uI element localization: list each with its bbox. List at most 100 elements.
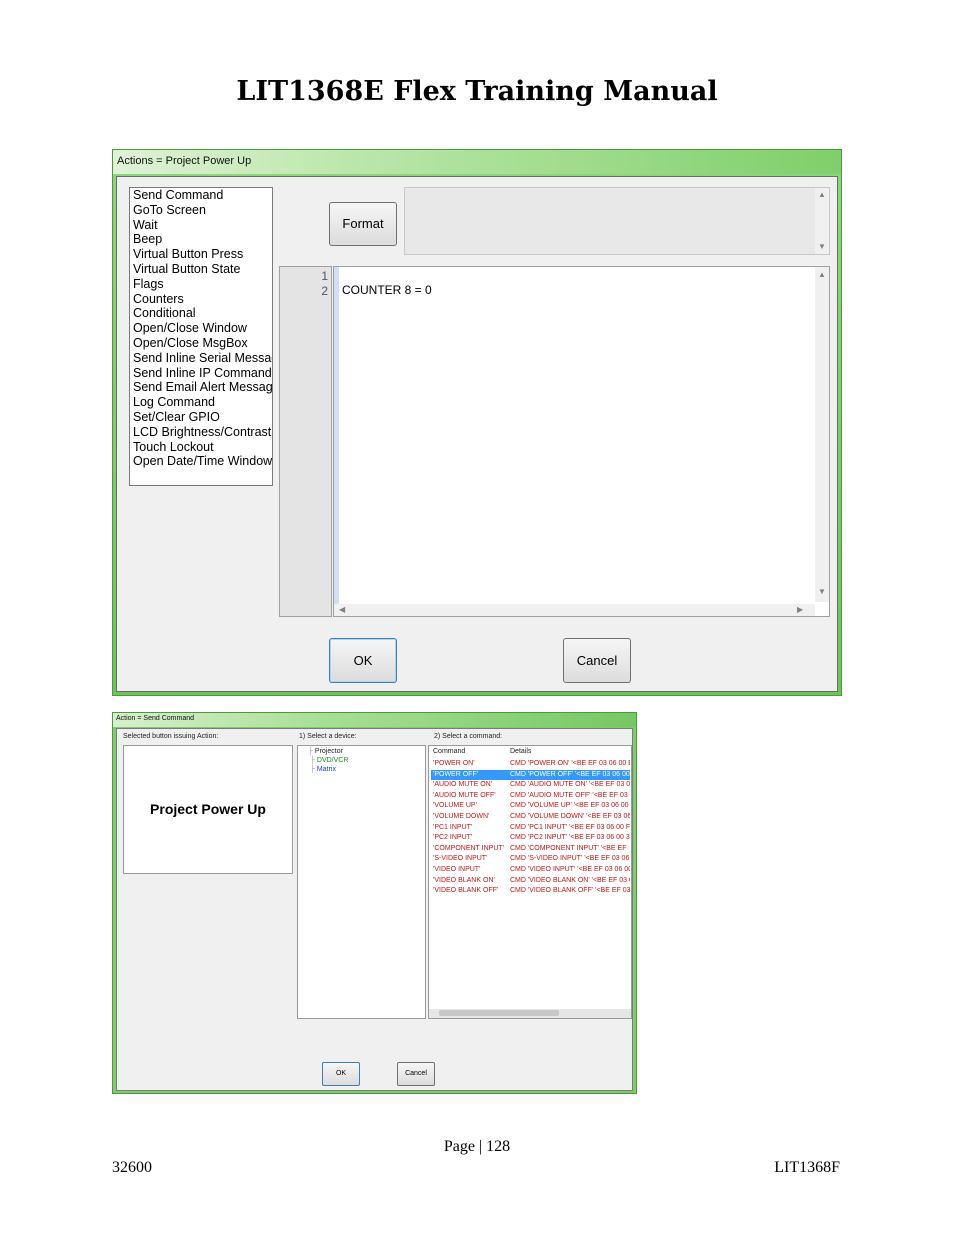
- footer-right-code: LIT1368F: [774, 1159, 840, 1176]
- column-header-details[interactable]: Details: [510, 748, 531, 755]
- scroll-up-arrow-icon[interactable]: ▲: [818, 270, 826, 279]
- command-name: 'VIDEO INPUT': [433, 866, 481, 873]
- command-row[interactable]: 'PC1 INPUT' CMD 'PC1 INPUT' '<BE EF 03 06…: [431, 823, 630, 834]
- line-number-gutter: 1 2: [279, 266, 332, 617]
- scroll-left-arrow-icon[interactable]: ◀: [339, 605, 345, 614]
- selected-button-panel: Project Power Up: [123, 745, 293, 874]
- action-list-item[interactable]: Counters: [130, 292, 272, 307]
- command-row[interactable]: 'VIDEO BLANK OFF' CMD 'VIDEO BLANK OFF' '…: [431, 886, 630, 897]
- command-details: CMD 'VOLUME UP' '<BE EF 03 06 00 I: [510, 802, 630, 810]
- command-name: 'COMPONENT INPUT': [433, 844, 504, 852]
- command-name: 'POWER OFF': [433, 770, 479, 778]
- command-row[interactable]: 'VIDEO INPUT' CMD 'VIDEO INPUT' '<BE EF 0…: [431, 865, 630, 876]
- action-list-item[interactable]: Virtual Button State: [130, 262, 272, 277]
- command-details: CMD 'POWER ON' '<BE EF 03 06 00 E: [510, 760, 630, 767]
- ok-button[interactable]: OK: [329, 638, 397, 683]
- action-list-item[interactable]: Touch Lockout: [130, 440, 272, 455]
- action-list-item[interactable]: Send Email Alert Message: [130, 380, 272, 395]
- tree-connector-icon: ├: [308, 748, 315, 755]
- command-name: 'VOLUME DOWN': [433, 813, 490, 820]
- command-details: CMD 'PC1 INPUT' '<BE EF 03 06 00 FE: [510, 823, 630, 831]
- command-row[interactable]: 'VOLUME DOWN' CMD 'VOLUME DOWN' '<BE EF 0…: [431, 812, 630, 823]
- command-details: CMD 'COMPONENT INPUT' '<BE EF: [510, 844, 627, 852]
- cancel-button[interactable]: Cancel: [563, 638, 631, 683]
- command-row[interactable]: 'POWER ON' CMD 'POWER ON' '<BE EF 03 06 0…: [431, 759, 630, 770]
- action-list-item[interactable]: Wait: [130, 218, 272, 233]
- command-name: 'VOLUME UP': [433, 802, 477, 810]
- cancel-button[interactable]: Cancel: [397, 1062, 435, 1086]
- selected-button-name: Project Power Up: [150, 801, 266, 817]
- action-list-item[interactable]: GoTo Screen: [130, 203, 272, 218]
- format-preview-scrollbar[interactable]: ▲ ▼: [815, 188, 829, 254]
- line-number: 2: [321, 284, 328, 298]
- footer-left-code: 32600: [112, 1159, 152, 1176]
- action-list-item[interactable]: Send Inline Serial Message: [130, 351, 272, 366]
- actions-window-titlebar[interactable]: Actions = Project Power Up: [113, 150, 841, 174]
- command-label: 2) Select a command:: [434, 733, 503, 740]
- command-name: 'AUDIO MUTE ON': [433, 781, 493, 789]
- scroll-down-arrow-icon[interactable]: ▼: [818, 242, 826, 251]
- command-details: CMD 'VIDEO INPUT' '<BE EF 03 06 00: [510, 866, 630, 873]
- command-row[interactable]: 'COMPONENT INPUT' CMD 'COMPONENT INPUT' '…: [431, 844, 630, 855]
- scroll-down-arrow-icon[interactable]: ▼: [818, 587, 826, 596]
- action-list-item[interactable]: Conditional: [130, 306, 272, 321]
- editor-vertical-scrollbar[interactable]: ▲ ▼: [815, 267, 829, 602]
- command-row[interactable]: 'AUDIO MUTE OFF' CMD 'AUDIO MUTE OFF' '<B…: [431, 791, 630, 802]
- command-name: 'PC1 INPUT': [433, 823, 473, 831]
- send-command-window-titlebar[interactable]: Action = Send Command: [113, 713, 636, 727]
- action-list-item[interactable]: Open/Close MsgBox: [130, 336, 272, 351]
- actions-window-client: Send Command GoTo Screen Wait Beep Virtual B…: [116, 176, 838, 692]
- actions-window-title: Actions = Project Power Up: [117, 155, 252, 167]
- format-button[interactable]: Format: [329, 202, 397, 246]
- action-list-item[interactable]: LCD Brightness/Contrast: [130, 425, 272, 440]
- send-command-window: Action = Send Command Selected button is…: [112, 712, 637, 1094]
- device-name: Matrix: [316, 766, 336, 773]
- script-editor[interactable]: COUNTER 8 = 0 ▲ ▼ ◀ ▶: [333, 266, 830, 617]
- device-name: DVD/VCR: [316, 757, 349, 764]
- line-number: 1: [321, 269, 328, 283]
- command-row[interactable]: 'PC2 INPUT' CMD 'PC2 INPUT' '<BE EF 03 06…: [431, 833, 630, 844]
- document-title: LIT1368E Flex Training Manual: [236, 76, 718, 107]
- scroll-right-arrow-icon[interactable]: ▶: [797, 605, 803, 614]
- command-details: CMD 'AUDIO MUTE OFF' '<BE EF 03: [510, 791, 628, 799]
- action-list-item[interactable]: Open/Close Window: [130, 321, 272, 336]
- action-list-item[interactable]: Send Inline IP Command: [130, 366, 272, 381]
- action-list-item[interactable]: Log Command: [130, 395, 272, 410]
- action-list-item[interactable]: Virtual Button Press: [130, 247, 272, 262]
- editor-horizontal-scrollbar[interactable]: ◀ ▶: [334, 604, 815, 616]
- command-details: CMD 'POWER OFF' '<BE EF 03 06 00: [510, 770, 630, 778]
- device-tree-item[interactable]: ├ Projector: [308, 748, 343, 755]
- command-row[interactable]: 'VOLUME UP' CMD 'VOLUME UP' '<BE EF 03 06…: [431, 801, 630, 812]
- command-details: CMD 'AUDIO MUTE ON' '<BE EF 03 0: [510, 781, 630, 789]
- code-line[interactable]: COUNTER 8 = 0: [342, 283, 432, 297]
- action-list-item[interactable]: Flags: [130, 277, 272, 292]
- command-details: CMD 'S-VIDEO INPUT' '<BE EF 03 06: [510, 855, 630, 863]
- device-tree-item[interactable]: ├ Matrix: [310, 766, 336, 773]
- device-tree-item[interactable]: ├ DVD/VCR: [310, 757, 348, 764]
- device-tree[interactable]: ├ Projector ├ DVD/VCR ├ Matrix: [297, 745, 426, 1019]
- command-name: 'VIDEO BLANK ON': [433, 876, 495, 884]
- ok-button[interactable]: OK: [322, 1062, 360, 1086]
- action-list-item[interactable]: Beep: [130, 232, 272, 247]
- command-name: 'POWER ON': [433, 760, 475, 767]
- command-details: CMD 'VIDEO BLANK OFF' '<BE EF 03: [510, 887, 630, 895]
- send-command-window-title: Action = Send Command: [116, 715, 195, 722]
- command-row[interactable]: 'S-VIDEO INPUT' CMD 'S-VIDEO INPUT' '<BE …: [431, 854, 630, 865]
- command-name: 'PC2 INPUT': [433, 834, 473, 842]
- command-row[interactable]: 'AUDIO MUTE ON' CMD 'AUDIO MUTE ON' '<BE …: [431, 780, 630, 791]
- command-name: 'S-VIDEO INPUT': [433, 855, 488, 863]
- command-name: 'AUDIO MUTE OFF': [433, 791, 496, 799]
- scrollbar-thumb[interactable]: [439, 1010, 559, 1016]
- action-list-item[interactable]: Open Date/Time Window: [130, 454, 272, 469]
- scroll-up-arrow-icon[interactable]: ▲: [818, 190, 826, 199]
- action-type-list[interactable]: Send Command GoTo Screen Wait Beep Virtual B…: [129, 187, 273, 486]
- command-table-horizontal-scrollbar[interactable]: [429, 1009, 631, 1018]
- column-header-command[interactable]: Command: [433, 748, 465, 755]
- command-row[interactable]: 'POWER OFF' CMD 'POWER OFF' '<BE EF 03 06…: [431, 769, 630, 781]
- command-table[interactable]: Command Details 'POWER ON' CMD 'POWER ON'…: [428, 745, 632, 1019]
- action-list-item[interactable]: Send Command: [130, 188, 272, 203]
- action-list-item[interactable]: Set/Clear GPIO: [130, 410, 272, 425]
- device-name: Projector: [314, 748, 343, 755]
- actions-window: Actions = Project Power Up Send Command G…: [112, 149, 842, 696]
- command-row[interactable]: 'VIDEO BLANK ON' CMD 'VIDEO BLANK ON' '<B…: [431, 876, 630, 887]
